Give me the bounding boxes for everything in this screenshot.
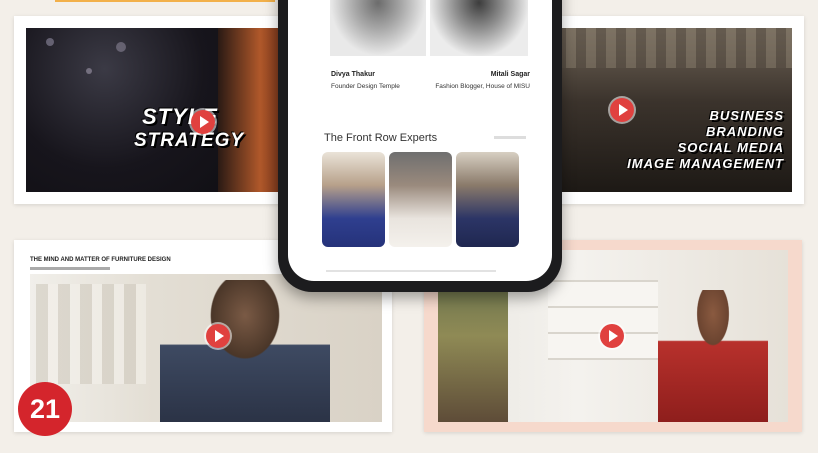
- play-icon[interactable]: [610, 98, 634, 122]
- overlay-title-strategy: STRATEGY: [134, 130, 245, 151]
- overlay-line-image-management: IMAGE MANAGEMENT: [627, 156, 784, 171]
- video-card-style-strategy[interactable]: STYLE STRATEGY: [14, 16, 298, 204]
- play-icon[interactable]: [206, 324, 230, 348]
- expert-card[interactable]: [456, 152, 519, 247]
- person-role: Founder Design Temple: [331, 83, 400, 90]
- tent-ceiling: [546, 28, 792, 68]
- shelf-display: [548, 280, 658, 360]
- expert-card[interactable]: [389, 152, 452, 247]
- caption-line: [326, 270, 496, 272]
- overlay-line-social-media: SOCIAL MEDIA: [677, 140, 784, 155]
- overlay-line-branding: BRANDING: [705, 124, 784, 139]
- phone-screen: Divya Thakur Founder Design Temple Mital…: [288, 0, 552, 281]
- phone-mockup: Divya Thakur Founder Design Temple Mital…: [278, 0, 562, 292]
- profile-photo: [430, 0, 528, 56]
- presenter-figure: [160, 280, 330, 422]
- video-heading: THE MIND AND MATTER OF FURNITURE DESIGN: [30, 257, 171, 263]
- video-thumbnail[interactable]: STYLE STRATEGY: [26, 28, 288, 192]
- person-name: Mitali Sagar: [490, 71, 530, 78]
- bokeh-light: [86, 68, 92, 74]
- person-role: Fashion Blogger, House of MISU: [435, 83, 530, 90]
- video-thumbnail[interactable]: [30, 274, 382, 422]
- video-card-business-branding[interactable]: BUSINESS BRANDING SOCIAL MEDIA IMAGE MAN…: [536, 16, 804, 204]
- play-icon[interactable]: [600, 324, 624, 348]
- accent-line: [55, 0, 275, 2]
- see-all-link[interactable]: [494, 136, 526, 139]
- video-thumbnail[interactable]: BUSINESS BRANDING SOCIAL MEDIA IMAGE MAN…: [546, 28, 792, 192]
- expert-card[interactable]: [322, 152, 385, 247]
- bokeh-light: [116, 42, 126, 52]
- video-subheading: [30, 267, 110, 270]
- profile-photo: [330, 0, 426, 56]
- play-icon[interactable]: [191, 110, 215, 134]
- overlay-line-business: BUSINESS: [709, 108, 784, 123]
- section-title: The Front Row Experts: [324, 132, 438, 144]
- page-number-badge: 21: [18, 382, 72, 436]
- bokeh-light: [46, 38, 54, 46]
- person-name: Divya Thakur: [331, 71, 375, 78]
- speaker-figure: [658, 290, 768, 422]
- shelf-background: [36, 284, 146, 384]
